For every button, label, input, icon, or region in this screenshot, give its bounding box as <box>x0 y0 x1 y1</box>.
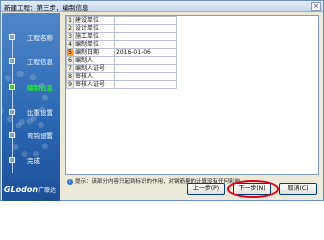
wizard-step-sidebar: 工程名称 工程信息 编制信息 比重设置 弯钩设置 完成 GLodon广联达 <box>2 13 60 201</box>
table-row[interactable]: 5 编制日期 2016-01-06 <box>66 48 177 57</box>
step-marker-icon <box>9 109 15 115</box>
field-name: 编制人 <box>73 56 115 65</box>
step-project-name[interactable]: 工程名称 <box>9 32 59 42</box>
logo-main: GLodon <box>4 185 39 194</box>
table-row[interactable]: 1 建设单位 <box>66 16 177 25</box>
info-table: 1 建设单位 2 设计单位 3 施工单位 4 编制单位 5 编制日期 2016-01-06 6 编制人 7… <box>66 16 177 89</box>
step-label: 弯钩设置 <box>27 132 53 140</box>
field-value[interactable] <box>114 72 177 81</box>
field-value[interactable] <box>114 56 177 65</box>
row-number: 7 <box>66 64 74 73</box>
field-value[interactable] <box>114 64 177 73</box>
glodon-logo: GLodon广联达 <box>4 185 56 194</box>
step-weight-settings[interactable]: 比重设置 <box>9 107 59 117</box>
compile-info-grid: 1 建设单位 2 设计单位 3 施工单位 4 编制单位 5 编制日期 2016-01-06 6 编制人 7… <box>65 15 319 175</box>
field-name: 施工单位 <box>73 32 115 41</box>
window-title: 新建工程：第三步，编制信息 <box>4 4 89 12</box>
step-label: 工程名称 <box>27 34 53 42</box>
step-compile-info[interactable]: 编制信息 <box>9 82 59 92</box>
field-value[interactable] <box>114 24 177 33</box>
row-number: 9 <box>66 80 74 89</box>
field-name: 审核人 <box>73 72 115 81</box>
field-name: 编制人证号 <box>73 64 115 73</box>
step-marker-icon <box>9 132 15 138</box>
field-name: 设计单位 <box>73 24 115 33</box>
step-label: 比重设置 <box>27 109 53 117</box>
cancel-button[interactable]: 取消(C) <box>279 183 317 195</box>
field-name: 建设单位 <box>73 16 115 25</box>
table-row[interactable]: 3 施工单位 <box>66 32 177 41</box>
step-hook-settings[interactable]: 弯钩设置 <box>9 130 59 140</box>
field-name: 编制日期 <box>73 48 115 57</box>
step-marker-icon <box>9 34 15 40</box>
table-row[interactable]: 7 编制人证号 <box>66 64 177 73</box>
prev-button[interactable]: 上一步(P) <box>187 183 225 195</box>
table-row[interactable]: 8 审核人 <box>66 72 177 81</box>
step-label: 工程信息 <box>27 58 53 66</box>
logo-sub: 广联达 <box>38 187 57 194</box>
table-row[interactable]: 9 审核人证号 <box>66 80 177 89</box>
field-value[interactable] <box>114 40 177 49</box>
table-row[interactable]: 4 编制单位 <box>66 40 177 49</box>
step-label: 编制信息 <box>27 84 53 92</box>
field-name: 编制单位 <box>73 40 115 49</box>
table-row[interactable]: 6 编制人 <box>66 56 177 65</box>
row-number: 6 <box>66 56 74 65</box>
row-number: 5 <box>66 48 74 57</box>
highlight-ring <box>227 180 279 198</box>
field-value[interactable] <box>114 32 177 41</box>
step-project-info[interactable]: 工程信息 <box>9 56 59 66</box>
step-marker-icon <box>9 84 15 90</box>
row-number: 2 <box>66 24 74 33</box>
step-finish[interactable]: 完成 <box>9 155 59 165</box>
field-value[interactable]: 2016-01-06 <box>114 48 177 57</box>
close-button[interactable]: × <box>311 2 321 11</box>
row-number: 8 <box>66 72 74 81</box>
field-value[interactable] <box>114 80 177 89</box>
row-number: 4 <box>66 40 74 49</box>
step-marker-icon <box>9 58 15 64</box>
new-project-dialog: 新建工程：第三步，编制信息 × 工程名称 工程信息 编制信息 比重设置 弯钩设置 <box>0 0 324 201</box>
table-row[interactable]: 2 设计单位 <box>66 24 177 33</box>
title-bar: 新建工程：第三步，编制信息 × <box>1 1 323 12</box>
row-number: 3 <box>66 32 74 41</box>
step-label: 完成 <box>27 157 40 165</box>
step-marker-icon <box>9 157 15 163</box>
row-number: 1 <box>66 16 74 25</box>
info-icon: i <box>67 179 73 185</box>
field-name: 审核人证号 <box>73 80 115 89</box>
step-connector-line <box>12 33 13 173</box>
field-value[interactable] <box>114 16 177 25</box>
